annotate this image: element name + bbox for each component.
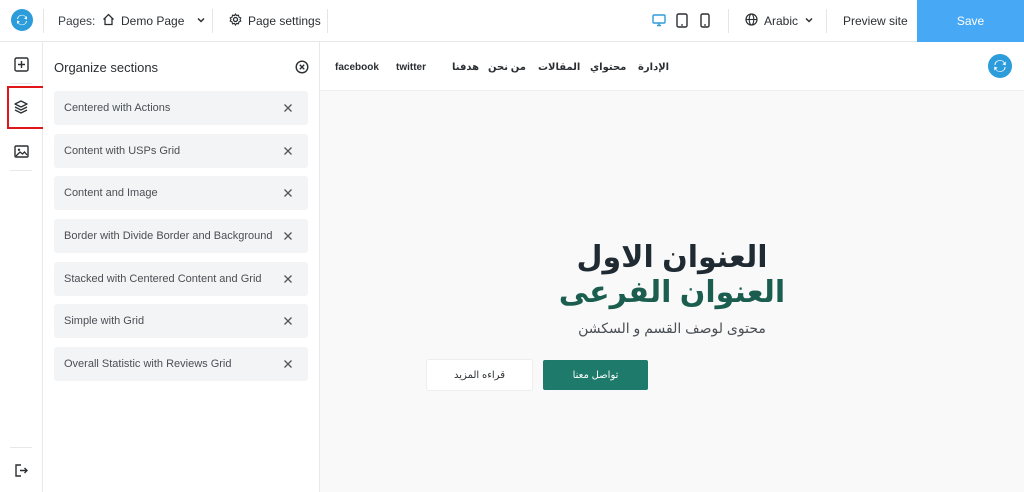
save-button[interactable]: Save (917, 0, 1024, 42)
app-logo-icon[interactable] (11, 9, 33, 31)
divider (10, 83, 32, 84)
top-bar: Pages: Demo Page Page settings Arabic Pr… (0, 0, 1024, 42)
nav-link-about[interactable]: من نحن (488, 62, 526, 73)
site-logo-icon[interactable] (988, 54, 1012, 78)
chevron-down-icon (196, 14, 206, 28)
image-icon[interactable] (12, 142, 30, 160)
desktop-icon[interactable] (652, 11, 666, 29)
section-label: Content with USPs Grid (64, 145, 181, 157)
page-select[interactable]: Demo Page (102, 11, 206, 31)
section-item[interactable]: Centered with Actions (54, 91, 308, 125)
remove-icon[interactable] (282, 230, 294, 242)
hero-subtitle: العنوان الفرعى (558, 276, 786, 309)
divider (10, 447, 32, 448)
divider (728, 9, 729, 33)
page-settings-label: Page settings (248, 14, 321, 28)
section-label: Overall Statistic with Reviews Grid (64, 358, 232, 370)
section-label: Content and Image (64, 187, 158, 199)
remove-icon[interactable] (282, 102, 294, 114)
hero-description: محتوى لوصف القسم و السكشن (578, 320, 766, 336)
device-switcher (652, 11, 712, 29)
nav-link-admin[interactable]: الإدارة (638, 62, 669, 73)
remove-icon[interactable] (282, 187, 294, 199)
remove-icon[interactable] (282, 273, 294, 285)
hero-title: العنوان الاول (576, 241, 768, 274)
add-section-icon[interactable] (12, 55, 30, 73)
divider (212, 9, 213, 33)
layers-icon[interactable] (12, 98, 30, 116)
divider (327, 9, 328, 33)
remove-icon[interactable] (282, 145, 294, 157)
left-rail (0, 42, 45, 492)
mobile-icon[interactable] (698, 11, 712, 29)
current-page-name: Demo Page (121, 14, 185, 28)
language-label: Arabic (764, 14, 799, 28)
site-navbar: facebook twitter هدفنا من نحن المقالات م… (320, 42, 1024, 91)
divider (43, 9, 44, 33)
tablet-icon[interactable] (675, 11, 689, 29)
nav-link-articles[interactable]: المقالات (538, 62, 580, 73)
read-more-button[interactable]: قراءه المزيد (427, 360, 532, 390)
section-item[interactable]: Content and Image (54, 176, 308, 210)
section-item[interactable]: Stacked with Centered Content and Grid (54, 262, 308, 296)
home-icon (102, 13, 115, 29)
chevron-down-icon (804, 14, 814, 28)
page-settings-button[interactable]: Page settings (229, 11, 321, 31)
organize-sections-panel: Organize sections Centered with Actions … (43, 42, 320, 492)
section-label: Border with Divide Border and Background (64, 230, 273, 242)
nav-link-twitter[interactable]: twitter (396, 62, 426, 73)
exit-icon[interactable] (12, 461, 30, 479)
section-label: Simple with Grid (64, 315, 145, 327)
section-item[interactable]: Content with USPs Grid (54, 134, 308, 168)
pages-label: Pages: (58, 14, 96, 28)
remove-icon[interactable] (282, 358, 294, 370)
globe-icon (745, 13, 758, 29)
preview-site-link[interactable]: Preview site (843, 14, 908, 28)
section-label: Centered with Actions (64, 102, 171, 114)
nav-link-facebook[interactable]: facebook (335, 62, 379, 73)
preview-canvas: facebook twitter هدفنا من نحن المقالات م… (320, 42, 1024, 492)
section-label: Stacked with Centered Content and Grid (64, 273, 262, 285)
contact-us-button[interactable]: تواصل معنا (543, 360, 648, 390)
section-item[interactable]: Border with Divide Border and Background (54, 219, 308, 253)
section-item[interactable]: Simple with Grid (54, 304, 308, 338)
panel-title: Organize sections (54, 60, 159, 75)
settings-icon (229, 12, 242, 29)
remove-icon[interactable] (282, 315, 294, 327)
nav-link-goals[interactable]: هدفنا (452, 62, 479, 73)
nav-link-content[interactable]: محتواي (590, 62, 626, 73)
divider (826, 9, 827, 33)
close-circle-icon[interactable] (295, 60, 309, 74)
language-select[interactable]: Arabic (745, 11, 814, 31)
section-item[interactable]: Overall Statistic with Reviews Grid (54, 347, 308, 381)
divider (10, 170, 32, 171)
